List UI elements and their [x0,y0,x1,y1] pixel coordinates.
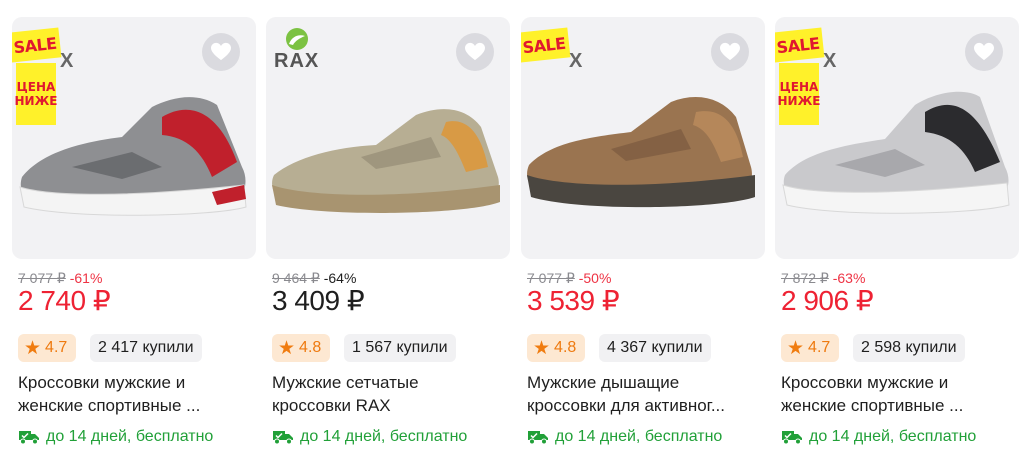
shoe-image [272,109,500,213]
price-lower-badge: ЦЕНА НИЖЕ [15,63,58,125]
heart-icon [465,42,485,61]
shoe-image [527,97,755,208]
product-card[interactable]: SALE X ЦЕНА НИЖЕ 7 077 ₽ -61% 2 740 ₽ ★ 4… [12,0,256,462]
delivery-info: до 14 дней, бесплатно [781,428,976,446]
rating-value: 4.7 [808,339,831,356]
rating-badge: ★ 4.8 [272,334,331,362]
product-image[interactable]: RAX [266,17,510,259]
purchases-badge: 4 367 купили [599,334,711,362]
truck-icon [273,431,293,445]
favorite-button[interactable] [202,33,240,71]
product-image[interactable]: SALE X ЦЕНА НИЖЕ [775,17,1019,259]
heart-icon [211,42,231,61]
product-title[interactable]: Кроссовки мужские и женские спортивные ..… [781,371,1017,417]
delivery-info: до 14 дней, бесплатно [527,428,722,446]
price-lower-badge: ЦЕНА НИЖЕ [778,63,821,125]
delivery-info: до 14 дней, бесплатно [18,428,213,446]
favorite-button[interactable] [711,33,749,71]
product-image[interactable]: SALE X [521,17,765,259]
price: 2 906 ₽ [781,285,874,316]
price: 2 740 ₽ [18,285,111,316]
favorite-button[interactable] [456,33,494,71]
star-icon: ★ [24,337,42,359]
brand-logo: RAX [274,27,319,71]
sale-badge: SALE [521,27,571,63]
truck-icon [19,431,39,445]
price: 3 539 ₽ [527,285,620,316]
product-image[interactable]: SALE X ЦЕНА НИЖЕ [12,17,256,259]
rating-badge: ★ 4.8 [527,334,586,362]
rating-value: 4.8 [554,339,577,356]
rating-value: 4.8 [299,339,322,356]
product-title[interactable]: Кроссовки мужские и женские спортивные ..… [18,371,254,417]
product-card[interactable]: RAX 9 464 ₽ -64% 3 409 ₽ ★ 4.8 1 567 купи… [266,0,510,462]
purchases-badge: 1 567 купили [344,334,456,362]
favorite-button[interactable] [965,33,1003,71]
brand-logo: X [569,50,584,72]
product-card[interactable]: SALE X ЦЕНА НИЖЕ 7 872 ₽ -63% 2 906 ₽ ★ 4… [775,0,1019,462]
purchases-badge: 2 598 купили [853,334,965,362]
purchases-badge: 2 417 купили [90,334,202,362]
star-icon: ★ [278,337,296,359]
rating-badge: ★ 4.7 [781,334,840,362]
sale-badge: SALE [12,27,62,63]
heart-icon [974,42,994,61]
brand-logo: X [60,50,75,72]
delivery-info: до 14 дней, бесплатно [272,428,467,446]
brand-logo: X [823,50,838,72]
truck-icon [782,431,802,445]
truck-icon [528,431,548,445]
heart-icon [720,42,740,61]
rating-badge: ★ 4.7 [18,334,77,362]
product-title[interactable]: Мужские сетчатые кроссовки RAX [272,371,508,417]
sale-badge: SALE [775,27,825,63]
rax-logo-icon [285,28,308,50]
star-icon: ★ [533,337,551,359]
star-icon: ★ [787,337,805,359]
product-card[interactable]: SALE X 7 077 ₽ -50% 3 539 ₽ ★ 4.8 4 367 к… [521,0,765,462]
price: 3 409 ₽ [272,285,365,316]
rating-value: 4.7 [45,339,68,356]
product-title[interactable]: Мужские дышащие кроссовки для активног... [527,371,763,417]
product-grid: SALE X ЦЕНА НИЖЕ 7 077 ₽ -61% 2 740 ₽ ★ 4… [0,0,1026,462]
